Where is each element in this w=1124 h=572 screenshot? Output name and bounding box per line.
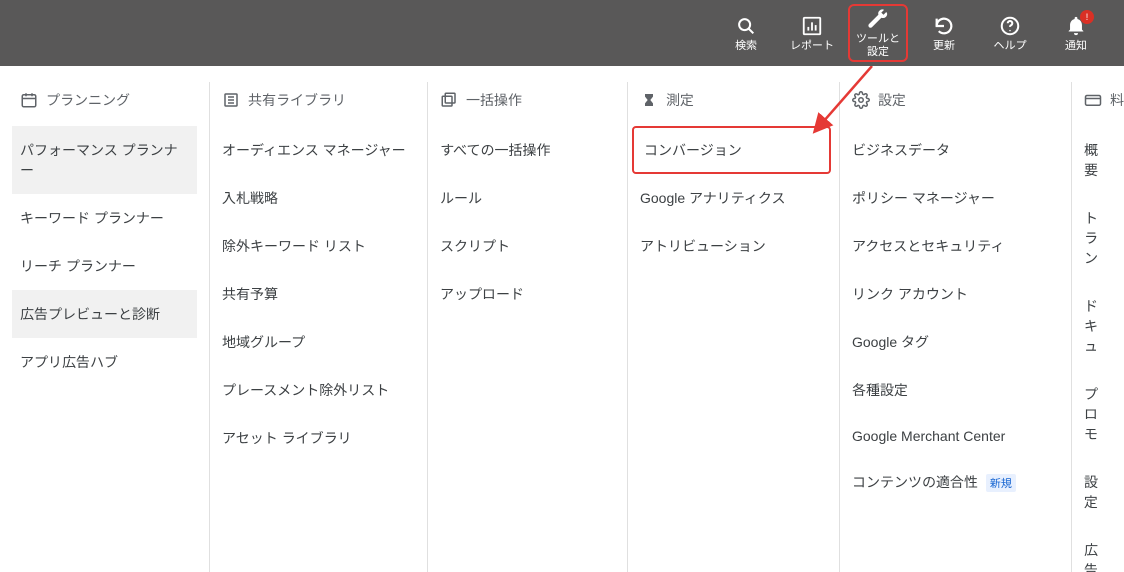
menu-item-billing-summary[interactable]: 概要 bbox=[1072, 126, 1124, 194]
menu-column-billing: 料 概要 トラン ドキュ プロモ 設定 広告主 bbox=[1072, 82, 1124, 572]
menu-column-measurement: 測定 コンバージョン Google アナリティクス アトリビューション bbox=[628, 82, 840, 572]
menu-item-keyword-planner[interactable]: キーワード プランナー bbox=[12, 194, 197, 242]
wrench-icon bbox=[866, 7, 890, 31]
bar-chart-icon bbox=[800, 14, 824, 38]
tools-label: ツールと設定 bbox=[856, 33, 900, 58]
menu-item-negative-keyword-lists[interactable]: 除外キーワード リスト bbox=[210, 222, 427, 270]
menu-item-content-suitability[interactable]: コンテンツの適合性 新規 bbox=[840, 458, 1071, 506]
menu-item-merchant-center[interactable]: Google Merchant Center bbox=[840, 414, 1071, 458]
new-badge: 新規 bbox=[986, 474, 1016, 492]
menu-column-planning: プランニング パフォーマンス プランナー キーワード プランナー リーチ プラン… bbox=[0, 82, 210, 572]
column-header-label: プランニング bbox=[46, 90, 130, 110]
menu-item-uploads[interactable]: アップロード bbox=[428, 270, 627, 318]
credit-card-icon bbox=[1084, 91, 1102, 109]
hourglass-icon bbox=[640, 91, 658, 109]
menu-item-google-analytics[interactable]: Google アナリティクス bbox=[628, 174, 839, 222]
topbar: 検索 レポート ツールと設定 更新 ヘルプ ! 通知 bbox=[0, 0, 1124, 66]
menu-column-shared-library: 共有ライブラリ オーディエンス マネージャー 入札戦略 除外キーワード リスト … bbox=[210, 82, 428, 572]
column-header-planning: プランニング bbox=[12, 82, 209, 126]
column-header-setup: 設定 bbox=[840, 82, 1071, 126]
menu-item-ad-preview[interactable]: 広告プレビューと診断 bbox=[12, 290, 197, 338]
menu-item-all-bulk-actions[interactable]: すべての一括操作 bbox=[428, 126, 627, 174]
menu-item-policy-manager[interactable]: ポリシー マネージャー bbox=[840, 174, 1071, 222]
column-header-measurement: 測定 bbox=[628, 82, 839, 126]
library-icon bbox=[222, 91, 240, 109]
column-header-shared-library: 共有ライブラリ bbox=[210, 82, 427, 126]
menu-item-audience-manager[interactable]: オーディエンス マネージャー bbox=[210, 126, 427, 174]
menu-item-billing-settings[interactable]: 設定 bbox=[1072, 458, 1124, 526]
menu-item-location-groups[interactable]: 地域グループ bbox=[210, 318, 427, 366]
tools-menu-panel: プランニング パフォーマンス プランナー キーワード プランナー リーチ プラン… bbox=[0, 66, 1124, 572]
menu-column-bulk-actions: 一括操作 すべての一括操作 ルール スクリプト アップロード bbox=[428, 82, 628, 572]
refresh-button[interactable]: 更新 bbox=[914, 4, 974, 62]
menu-item-advertiser[interactable]: 広告主 bbox=[1072, 526, 1124, 572]
menu-item-linked-accounts[interactable]: リンク アカウント bbox=[840, 270, 1071, 318]
menu-item-conversions[interactable]: コンバージョン bbox=[632, 126, 831, 174]
column-header-label: 料 bbox=[1110, 90, 1124, 110]
calendar-icon bbox=[20, 91, 38, 109]
menu-item-transactions[interactable]: トラン bbox=[1072, 194, 1124, 282]
refresh-icon bbox=[932, 14, 956, 38]
column-header-billing: 料 bbox=[1072, 82, 1124, 126]
column-header-label: 共有ライブラリ bbox=[248, 90, 346, 110]
help-button[interactable]: ヘルプ bbox=[980, 4, 1040, 62]
gear-icon bbox=[852, 91, 870, 109]
help-icon bbox=[998, 14, 1022, 38]
menu-item-preferences[interactable]: 各種設定 bbox=[840, 366, 1071, 414]
menu-item-bid-strategies[interactable]: 入札戦略 bbox=[210, 174, 427, 222]
menu-item-documents[interactable]: ドキュ bbox=[1072, 282, 1124, 370]
menu-item-attribution[interactable]: アトリビューション bbox=[628, 222, 839, 270]
menu-item-rules[interactable]: ルール bbox=[428, 174, 627, 222]
search-label: 検索 bbox=[735, 40, 757, 53]
menu-item-business-data[interactable]: ビジネスデータ bbox=[840, 126, 1071, 174]
menu-item-google-tag[interactable]: Google タグ bbox=[840, 318, 1071, 366]
column-header-bulk-actions: 一括操作 bbox=[428, 82, 627, 126]
menu-item-asset-library[interactable]: アセット ライブラリ bbox=[210, 414, 427, 462]
tools-settings-button[interactable]: ツールと設定 bbox=[848, 4, 908, 62]
menu-item-performance-planner[interactable]: パフォーマンス プランナー bbox=[12, 126, 197, 194]
search-button[interactable]: 検索 bbox=[716, 4, 776, 62]
column-header-label: 測定 bbox=[666, 90, 694, 110]
menu-column-setup: 設定 ビジネスデータ ポリシー マネージャー アクセスとセキュリティ リンク ア… bbox=[840, 82, 1072, 572]
reports-label: レポート bbox=[790, 40, 834, 53]
menu-item-promotions[interactable]: プロモ bbox=[1072, 370, 1124, 458]
menu-item-shared-budgets[interactable]: 共有予算 bbox=[210, 270, 427, 318]
menu-item-scripts[interactable]: スクリプト bbox=[428, 222, 627, 270]
help-label: ヘルプ bbox=[994, 40, 1027, 53]
search-icon bbox=[734, 14, 758, 38]
stack-icon bbox=[440, 91, 458, 109]
menu-item-reach-planner[interactable]: リーチ プランナー bbox=[12, 242, 197, 290]
menu-item-app-ads-hub[interactable]: アプリ広告ハブ bbox=[12, 338, 197, 386]
menu-item-access-security[interactable]: アクセスとセキュリティ bbox=[840, 222, 1071, 270]
menu-item-placement-exclusion-lists[interactable]: プレースメント除外リスト bbox=[210, 366, 427, 414]
column-header-label: 一括操作 bbox=[466, 90, 522, 110]
notifications-button[interactable]: ! 通知 bbox=[1046, 4, 1106, 62]
notifications-label: 通知 bbox=[1065, 40, 1087, 53]
column-header-label: 設定 bbox=[878, 90, 906, 110]
notification-badge: ! bbox=[1080, 10, 1094, 24]
refresh-label: 更新 bbox=[933, 40, 955, 53]
reports-button[interactable]: レポート bbox=[782, 4, 842, 62]
